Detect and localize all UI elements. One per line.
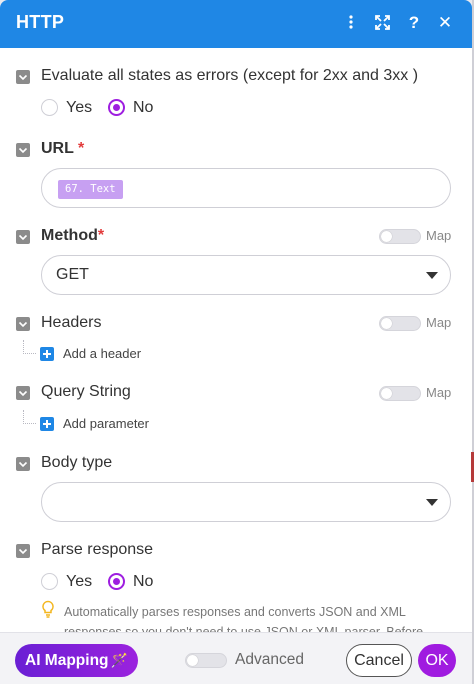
parse-response-yes-label: Yes <box>66 573 93 590</box>
body-type-label: Body type <box>41 454 113 471</box>
chevron-down-icon <box>426 499 438 506</box>
add-header-icon[interactable] <box>40 347 54 361</box>
headers-collapse-checkbox[interactable] <box>16 317 30 331</box>
query-string-collapse-checkbox[interactable] <box>16 386 30 400</box>
tree-connector <box>23 410 36 424</box>
ai-mapping-label: AI Mapping <box>25 652 109 669</box>
dialog-header: HTTP ? ✕ <box>0 0 472 48</box>
evaluate-no-label: No <box>133 99 154 116</box>
evaluate-yes-radio[interactable] <box>41 99 58 116</box>
advanced-settings-label: Advanced <box>235 651 304 668</box>
add-parameter-button[interactable]: Add parameter <box>63 416 149 431</box>
evaluate-no-radio[interactable] <box>108 99 125 116</box>
method-selected-value: GET <box>56 266 89 283</box>
url-label: URL * <box>41 140 85 157</box>
magic-wand-icon: 🪄 <box>110 652 128 668</box>
required-asterisk: * <box>97 227 105 244</box>
method-map-label: Map <box>426 228 452 243</box>
url-input[interactable]: 67. Text <box>41 168 451 208</box>
headers-map-toggle[interactable] <box>379 316 421 331</box>
ok-button[interactable]: OK <box>418 644 456 677</box>
lightbulb-icon <box>41 600 55 623</box>
parse-response-yes-radio[interactable] <box>41 573 58 590</box>
chevron-down-icon <box>426 272 438 279</box>
headers-map-label: Map <box>426 315 452 330</box>
parse-response-collapse-checkbox[interactable] <box>16 544 30 558</box>
mapped-variable-token[interactable]: 67. Text <box>58 180 123 199</box>
parse-response-no-label: No <box>133 573 154 590</box>
query-string-label: Query String <box>41 383 131 400</box>
parse-response-label: Parse response <box>41 541 154 558</box>
kebab-menu-icon[interactable] <box>338 10 364 36</box>
ai-mapping-button[interactable]: AI Mapping 🪄 <box>15 644 138 677</box>
dialog-footer: AI Mapping 🪄 Advanced Cancel OK <box>0 632 472 684</box>
cancel-button[interactable]: Cancel <box>346 644 412 677</box>
body-type-collapse-checkbox[interactable] <box>16 457 30 471</box>
method-collapse-checkbox[interactable] <box>16 230 30 244</box>
evaluate-collapse-checkbox[interactable] <box>16 70 30 84</box>
help-icon[interactable]: ? <box>401 10 427 36</box>
dialog-content: Evaluate all states as errors (except fo… <box>0 48 472 632</box>
dialog-title: HTTP <box>16 12 65 32</box>
method-label: Method* <box>41 227 105 244</box>
advanced-settings-toggle[interactable] <box>185 653 227 668</box>
parse-response-help-text: Automatically parses responses and conve… <box>64 605 424 632</box>
method-map-toggle[interactable] <box>379 229 421 244</box>
add-parameter-icon[interactable] <box>40 417 54 431</box>
query-string-map-label: Map <box>426 385 452 400</box>
http-module-dialog: HTTP ? ✕ Evaluate all states as errors (… <box>0 0 472 684</box>
url-collapse-checkbox[interactable] <box>16 143 30 157</box>
method-select[interactable]: GET <box>41 255 451 295</box>
body-type-select[interactable] <box>41 482 451 522</box>
required-asterisk: * <box>78 140 85 157</box>
evaluate-label: Evaluate all states as errors (except fo… <box>41 67 419 84</box>
headers-label: Headers <box>41 314 102 331</box>
add-header-button[interactable]: Add a header <box>63 346 141 361</box>
close-icon[interactable]: ✕ <box>432 10 458 36</box>
evaluate-yes-label: Yes <box>66 99 93 116</box>
expand-icon[interactable] <box>369 10 395 36</box>
tree-connector <box>23 340 36 354</box>
query-string-map-toggle[interactable] <box>379 386 421 401</box>
parse-response-no-radio[interactable] <box>108 573 125 590</box>
